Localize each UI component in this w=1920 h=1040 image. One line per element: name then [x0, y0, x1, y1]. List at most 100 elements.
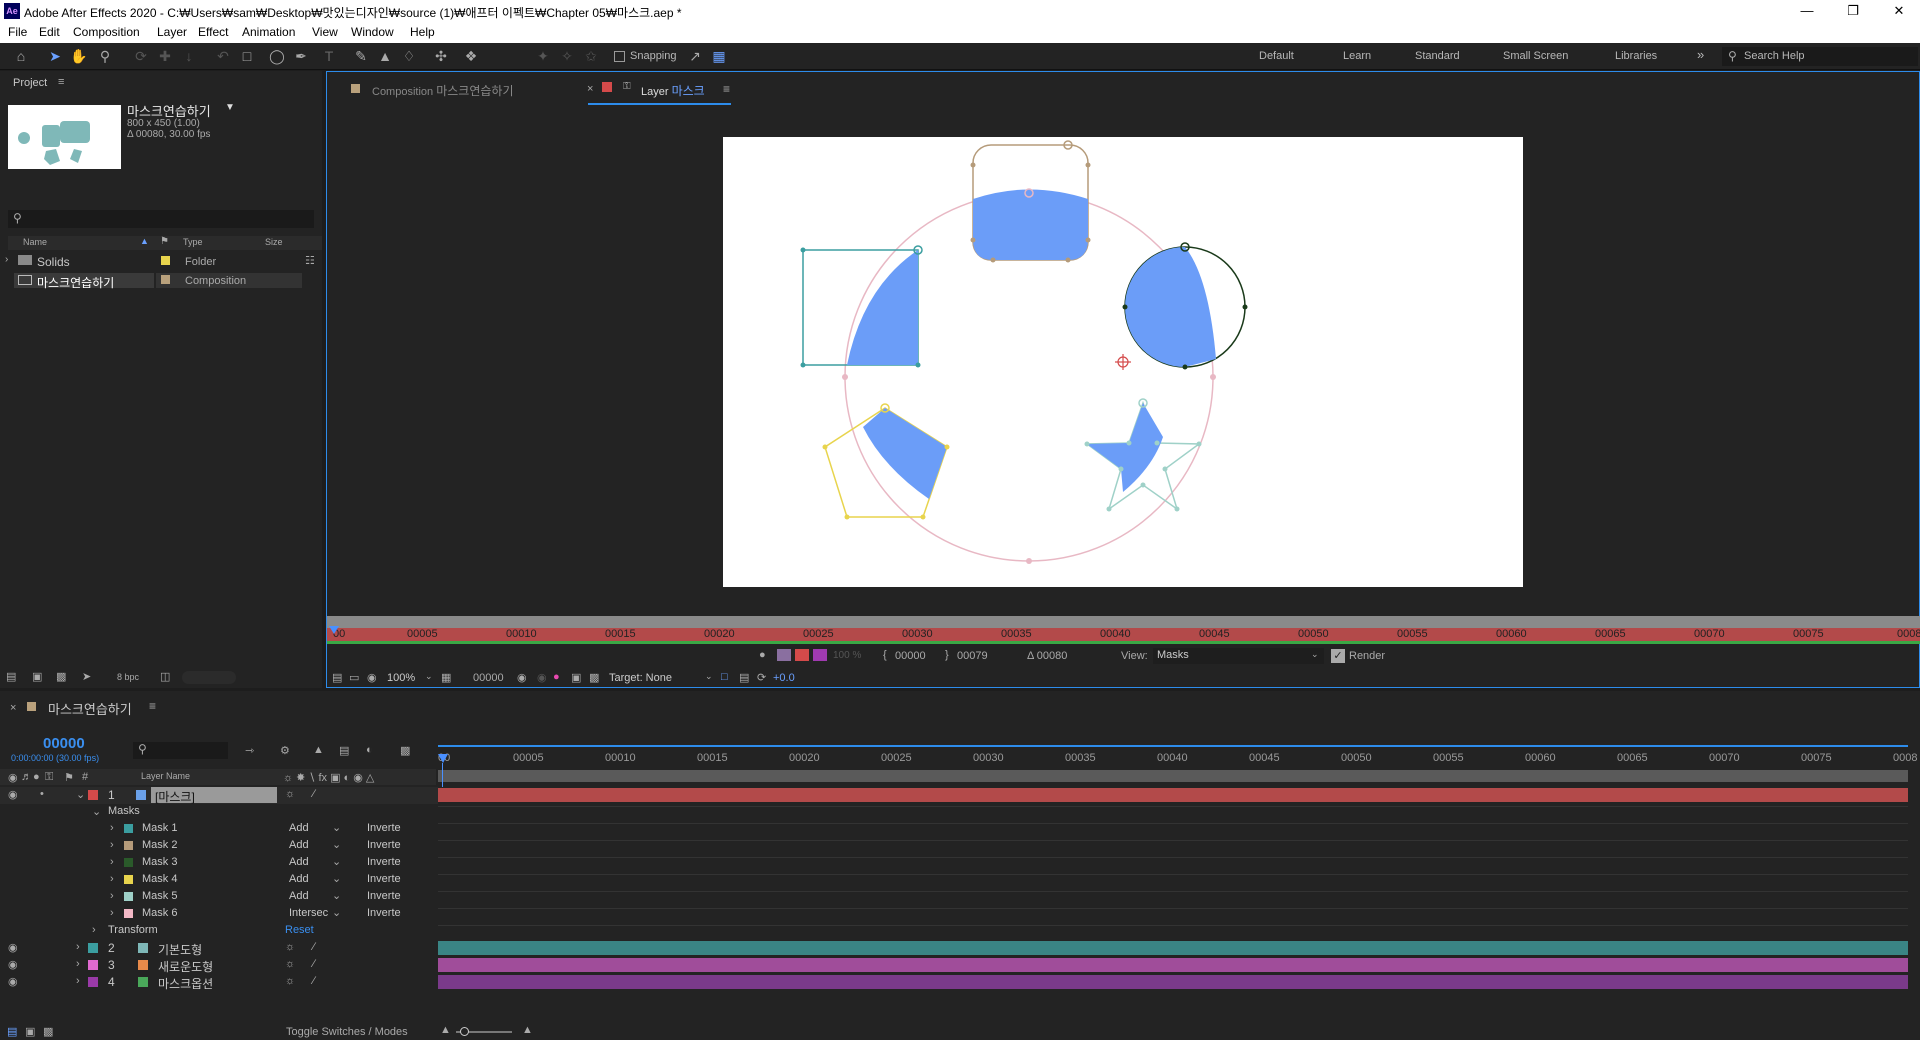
close-tab-icon[interactable]: ×	[10, 702, 16, 714]
mask-row-4[interactable]: › Mask 4 Add ⌄ Inverte	[0, 872, 438, 889]
workspace-libraries[interactable]: Libraries	[1615, 50, 1657, 62]
anchor-tool-icon[interactable]: ✚	[156, 47, 174, 65]
out-point-icon[interactable]: }	[945, 649, 949, 661]
layer-tab[interactable]: Layer 마스크	[641, 82, 705, 99]
snapping-checkbox[interactable]	[614, 51, 625, 62]
masks-group-row[interactable]: ⌄ Masks	[0, 804, 438, 821]
layer-switches-icon[interactable]: ▤	[7, 1025, 17, 1038]
layer-name[interactable]: [마스크]	[155, 788, 195, 805]
visibility-eye-icon[interactable]: ◉	[8, 958, 18, 971]
chevron-down-icon[interactable]: ⌄	[332, 855, 341, 868]
world-axis-icon[interactable]: ✧	[558, 47, 576, 65]
menu-layer[interactable]: Layer	[157, 25, 187, 39]
workspace-small-screen[interactable]: Small Screen	[1503, 50, 1568, 62]
layer-row-2[interactable]: ◉ › 2 기본도형 ☼ ∕	[0, 940, 438, 957]
mask-name[interactable]: Mask 3	[142, 856, 177, 868]
mask-color-swatch[interactable]	[124, 824, 133, 833]
mask-inverted-label[interactable]: Inverte	[367, 839, 401, 851]
panel-menu-icon[interactable]: ≡	[58, 76, 64, 88]
workspace-default[interactable]: Default	[1259, 50, 1294, 62]
mask-row-5[interactable]: › Mask 5 Add ⌄ Inverte	[0, 889, 438, 906]
menu-view[interactable]: View	[312, 25, 338, 39]
work-area-bar[interactable]	[438, 770, 1908, 782]
toggle-switches-modes[interactable]: Toggle Switches / Modes	[286, 1026, 408, 1038]
project-item-comp[interactable]: 마스크연습하기 Composition	[0, 273, 302, 290]
zoom-slider-thumb[interactable]	[460, 1027, 469, 1036]
trash-icon[interactable]: ◫	[160, 670, 170, 683]
snapshot-icon[interactable]: ◉	[517, 671, 527, 684]
expand-arrow-icon[interactable]: ›	[110, 856, 114, 868]
chevron-down-icon[interactable]: ⌄	[332, 821, 341, 834]
work-area-bar[interactable]	[327, 641, 1920, 644]
rotate-tool-icon[interactable]: ⟳	[132, 47, 150, 65]
layer-time-ruler[interactable]: 00 00005 00010 00015 00020 00025 00030 0…	[327, 628, 1920, 641]
quality-switch-icon[interactable]: ∕	[313, 975, 315, 987]
label-color-swatch[interactable]	[88, 790, 98, 800]
expand-arrow-icon[interactable]: ›	[76, 975, 80, 987]
mask-row-6[interactable]: › Mask 6 Intersec ⌄ Inverte	[0, 906, 438, 923]
mask-mode-dropdown[interactable]: Add	[289, 873, 309, 885]
bit-depth[interactable]: 8 bpc	[117, 672, 139, 682]
in-point-value[interactable]: 00000	[895, 650, 926, 662]
home-icon[interactable]: ⌂	[12, 47, 30, 65]
vr-glasses-icon[interactable]: ◉	[367, 671, 377, 684]
timeline-search-field[interactable]: ⚲	[133, 742, 228, 759]
mask-color-swatch[interactable]	[124, 858, 133, 867]
mask-name[interactable]: Mask 6	[142, 907, 177, 919]
workspace-learn[interactable]: Learn	[1343, 50, 1371, 62]
thumbnail-slider[interactable]	[182, 671, 236, 684]
puppet-icon[interactable]: ●	[759, 649, 766, 661]
mask-mode-dropdown[interactable]: Add	[289, 839, 309, 851]
mask-inverted-label[interactable]: Inverte	[367, 822, 401, 834]
close-window-button[interactable]: ✕	[1876, 0, 1920, 22]
in-point-icon[interactable]: {	[883, 649, 887, 661]
layer-name[interactable]: 기본도형	[158, 941, 202, 958]
mask-row-1[interactable]: › Mask 1 Add ⌄ Inverte	[0, 821, 438, 838]
snap-options-icon[interactable]: ↗	[686, 47, 704, 65]
pan-behind-tool-icon[interactable]: □	[238, 47, 256, 65]
quality-switch-icon[interactable]: ∕	[313, 958, 315, 970]
mask-row-3[interactable]: › Mask 3 Add ⌄ Inverte	[0, 855, 438, 872]
layer-2-duration-bar[interactable]	[438, 941, 1908, 955]
label-color-swatch[interactable]	[88, 977, 98, 987]
transfer-controls-icon[interactable]: ▣	[25, 1025, 35, 1038]
comp-dropdown-icon[interactable]: ▼	[225, 102, 235, 113]
chevron-down-icon[interactable]: ⌄	[332, 838, 341, 851]
minimize-button[interactable]: —	[1784, 0, 1830, 22]
mask-mode-dropdown[interactable]: Add	[289, 856, 309, 868]
fast-previews-icon[interactable]: □	[721, 671, 728, 683]
column-type[interactable]: Type	[183, 237, 203, 247]
move-down-tool-icon[interactable]: ↓	[180, 47, 198, 65]
lock-icon[interactable]: ⚿	[623, 81, 631, 92]
video-eye-icon[interactable]: ◉	[8, 771, 18, 784]
expand-down-icon[interactable]: ⌄	[76, 788, 85, 801]
view-axis-icon[interactable]: ✩	[582, 47, 600, 65]
mask-inverted-label[interactable]: Inverte	[367, 856, 401, 868]
timeline-timecode[interactable]: 00000	[43, 735, 85, 752]
column-size[interactable]: Size	[265, 237, 283, 247]
project-panel-title[interactable]: Project	[13, 77, 47, 89]
mask-mode-dropdown[interactable]: Add	[289, 890, 309, 902]
toggle-mask-icon[interactable]: ▩	[589, 671, 599, 684]
new-folder-icon[interactable]: ▣	[32, 670, 42, 683]
expand-arrow-icon[interactable]: ›	[110, 822, 114, 834]
reset-exposure-icon[interactable]: ⟳	[757, 671, 766, 684]
target-dropdown[interactable]: Target: None	[609, 672, 672, 684]
zoom-out-icon[interactable]: ▲	[440, 1024, 451, 1036]
render-checkbox[interactable]: ✓	[1331, 649, 1345, 663]
audio-icon[interactable]: ♬	[21, 771, 32, 783]
layer-4-duration-bar[interactable]	[438, 975, 1908, 989]
menu-composition[interactable]: Composition	[73, 25, 140, 39]
render-color-icon[interactable]	[795, 649, 809, 661]
render-mode-icon[interactable]	[777, 649, 791, 661]
pen-tool-icon[interactable]: ✒	[292, 47, 310, 65]
quality-switch-icon[interactable]: ∕	[313, 941, 315, 953]
visibility-eye-icon[interactable]: ◉	[8, 788, 18, 801]
in-out-icon[interactable]: ▩	[43, 1025, 53, 1038]
shy-switch-icon[interactable]: ☼	[285, 788, 295, 800]
expand-down-icon[interactable]: ⌄	[92, 805, 101, 818]
expand-arrow-icon[interactable]: ›	[5, 254, 8, 265]
transform-group-row[interactable]: › Transform Reset	[0, 923, 438, 940]
chevron-down-icon[interactable]: ⌄	[332, 889, 341, 902]
transparency-grid-icon[interactable]: ▣	[571, 671, 581, 684]
